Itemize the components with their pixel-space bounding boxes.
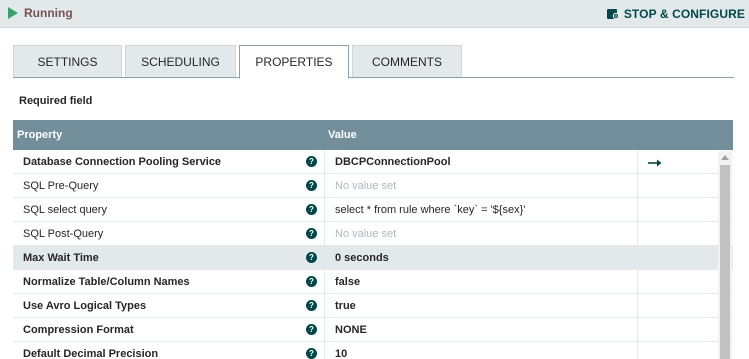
property-name-text: Normalize Table/Column Names (23, 275, 190, 288)
tab-scheduling[interactable]: SCHEDULING (125, 45, 236, 77)
help-icon[interactable]: ? (306, 348, 317, 359)
property-value[interactable]: No value set (325, 174, 638, 197)
table-row[interactable]: SQL Pre-Query? No value set (13, 174, 733, 198)
property-name: SQL Pre-Query? (13, 174, 325, 197)
help-icon[interactable]: ? (306, 324, 317, 335)
property-name: Max Wait Time? (13, 246, 325, 269)
table-row[interactable]: SQL Post-Query? No value set (13, 222, 733, 246)
status-bar: Running STOP & CONFIGURE (0, 0, 749, 28)
help-icon[interactable]: ? (306, 180, 317, 191)
help-icon[interactable]: ? (306, 252, 317, 263)
property-name-text: Default Decimal Precision (23, 347, 159, 359)
play-icon (8, 7, 18, 19)
property-value[interactable]: No value set (325, 222, 638, 245)
required-field-label: Required field (19, 95, 93, 107)
help-icon[interactable]: ? (306, 300, 317, 311)
table-row[interactable]: Default Decimal Precision? 10 (13, 342, 733, 359)
property-value[interactable]: true (325, 294, 638, 317)
property-name: SQL Post-Query? (13, 222, 325, 245)
tab-divider (13, 77, 734, 78)
table-row[interactable]: Use Avro Logical Types? true (13, 294, 733, 318)
property-name-text: Max Wait Time (23, 251, 99, 264)
scroll-up-arrow[interactable] (721, 155, 729, 160)
property-name: Compression Format? (13, 318, 325, 341)
stop-configure-button[interactable]: STOP & CONFIGURE (606, 5, 745, 23)
table-row[interactable]: Normalize Table/Column Names? false (13, 270, 733, 294)
property-name: Database Connection Pooling Service? (13, 150, 325, 173)
tab-comments[interactable]: COMMENTS (352, 45, 462, 77)
property-name-text: SQL select query (23, 203, 107, 216)
properties-table: Property Value Database Connection Pooli… (13, 120, 733, 359)
property-name-text: Database Connection Pooling Service (23, 155, 222, 168)
property-value[interactable]: 0 seconds (325, 246, 638, 269)
tab-properties[interactable]: PROPERTIES (239, 45, 349, 79)
property-name-text: Use Avro Logical Types (23, 299, 147, 312)
property-value[interactable]: select * from rule where `key` = '${sex}… (325, 198, 638, 221)
stop-configure-label: STOP & CONFIGURE (623, 7, 745, 21)
property-name: Use Avro Logical Types? (13, 294, 325, 317)
property-value[interactable]: 10 (325, 342, 638, 359)
help-icon[interactable]: ? (306, 204, 317, 215)
column-header-value[interactable]: Value (324, 129, 357, 141)
tab-bar: SETTINGS SCHEDULING PROPERTIES COMMENTS (13, 45, 465, 79)
property-value[interactable]: DBCPConnectionPool (325, 150, 638, 173)
property-name-text: SQL Post-Query (23, 227, 104, 240)
property-name: SQL select query? (13, 198, 325, 221)
table-header: Property Value (13, 120, 733, 150)
property-name-text: Compression Format (23, 323, 134, 336)
help-icon[interactable]: ? (306, 228, 317, 239)
property-name: Normalize Table/Column Names? (13, 270, 325, 293)
scroll-thumb[interactable] (720, 165, 730, 359)
table-row[interactable]: Database Connection Pooling Service? DBCP… (13, 150, 733, 174)
property-name: Default Decimal Precision? (13, 342, 325, 359)
property-value[interactable]: NONE (325, 318, 638, 341)
table-row[interactable]: SQL select query? select * from rule wher… (13, 198, 733, 222)
help-icon[interactable]: ? (306, 276, 317, 287)
tab-settings[interactable]: SETTINGS (13, 45, 122, 77)
arrow-right-icon[interactable] (648, 158, 662, 166)
table-row[interactable]: Max Wait Time? 0 seconds (13, 246, 733, 270)
table-body: Database Connection Pooling Service? DBCP… (13, 150, 733, 359)
scrollbar[interactable] (718, 151, 732, 359)
property-name-text: SQL Pre-Query (23, 179, 99, 192)
table-row[interactable]: Compression Format? NONE (13, 318, 733, 342)
status-label: Running (24, 6, 73, 20)
stop-configure-icon (606, 7, 620, 21)
column-header-property[interactable]: Property (13, 129, 324, 141)
help-icon[interactable]: ? (306, 156, 317, 167)
property-value[interactable]: false (325, 270, 638, 293)
